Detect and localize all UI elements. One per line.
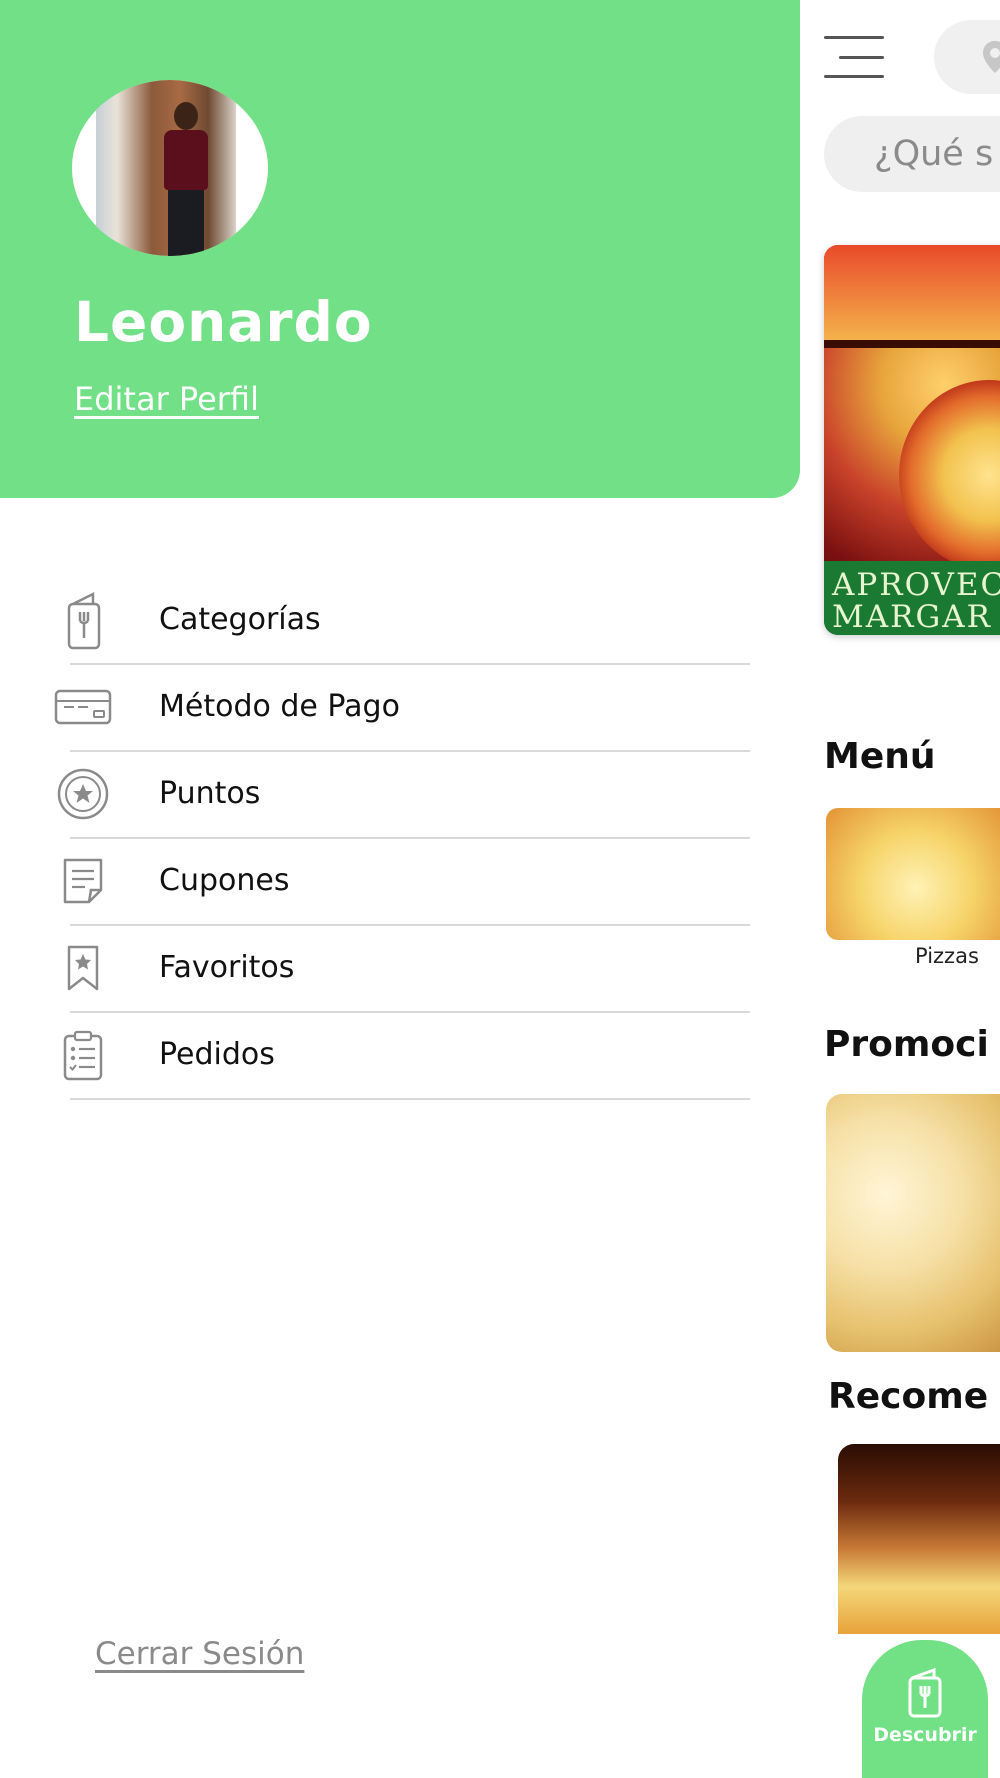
discover-label: Descubrir <box>873 1724 977 1746</box>
drawer-item-favoritos[interactable]: Favoritos <box>0 926 800 1013</box>
drawer-item-categorias[interactable]: Categorías <box>0 578 800 665</box>
logout-link[interactable]: Cerrar Sesión <box>95 1636 304 1672</box>
clipboard-list-icon <box>50 1025 116 1085</box>
user-name: Leonardo <box>74 290 373 354</box>
drawer-item-cupones[interactable]: Cupones <box>0 839 800 926</box>
drawer-header: Leonardo Editar Perfil <box>0 0 800 498</box>
food-menu-icon <box>50 590 116 650</box>
drawer-item-label: Cupones <box>159 863 290 898</box>
drawer-item-puntos[interactable]: Puntos <box>0 752 800 839</box>
coupon-icon <box>50 851 116 911</box>
drawer-item-pedidos[interactable]: Pedidos <box>0 1013 800 1100</box>
divider <box>70 1098 750 1100</box>
menu-category-label: Pizzas <box>915 944 979 968</box>
drawer-menu: Categorías Método de Pago Puntos Cupones… <box>0 578 800 1100</box>
drawer-item-metodo-de-pago[interactable]: Método de Pago <box>0 665 800 752</box>
avatar[interactable] <box>72 80 268 256</box>
banner-text: APROVEC MARGAR <box>824 561 1000 635</box>
section-title-menu: Menú <box>824 736 936 777</box>
edit-profile-link[interactable]: Editar Perfil <box>74 380 259 418</box>
navigation-drawer: Leonardo Editar Perfil Categorías Método… <box>0 0 800 1778</box>
section-title-recommended: Recome <box>828 1376 989 1417</box>
promo-banner[interactable]: APROVEC MARGAR <box>824 245 1000 635</box>
hamburger-menu-icon[interactable] <box>824 36 884 78</box>
main-screen: APROVEC MARGAR Menú Pizzas Promoci Recom… <box>800 0 1000 1778</box>
bookmark-star-icon <box>50 938 116 998</box>
credit-card-icon <box>50 677 116 737</box>
discover-button[interactable]: Descubrir <box>862 1640 988 1778</box>
menu-category-card[interactable] <box>826 808 1000 940</box>
recommended-card[interactable] <box>838 1444 1000 1634</box>
drawer-item-label: Método de Pago <box>159 689 400 724</box>
section-title-promotions: Promoci <box>824 1024 989 1065</box>
location-pin-icon <box>983 41 1000 73</box>
star-badge-icon <box>50 764 116 824</box>
drawer-item-label: Puntos <box>159 776 261 811</box>
search-input[interactable] <box>824 116 1000 192</box>
food-menu-icon <box>908 1667 942 1718</box>
promotion-card[interactable] <box>826 1094 1000 1352</box>
drawer-item-label: Pedidos <box>159 1037 275 1072</box>
avatar-photo <box>96 80 236 256</box>
drawer-item-label: Favoritos <box>159 950 295 985</box>
drawer-item-label: Categorías <box>159 602 321 637</box>
location-selector[interactable] <box>934 20 1000 94</box>
